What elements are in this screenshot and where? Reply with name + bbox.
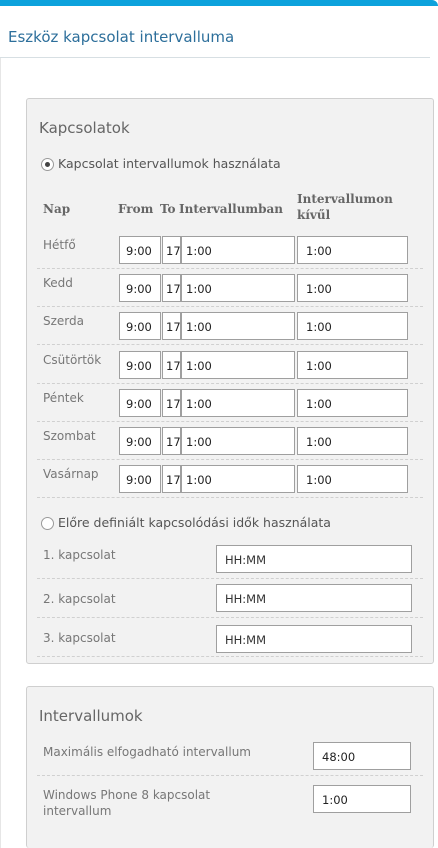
out-interval-input[interactable]: 1:00: [297, 465, 408, 493]
intervals-section: Intervallumok Maximális elfogadható inte…: [26, 686, 434, 848]
predefined-label-1: 1. kapcsolat: [43, 548, 116, 562]
intervals-title: Intervallumok: [39, 707, 143, 725]
from-time-input[interactable]: 9:00: [119, 389, 161, 417]
row-divider: [37, 578, 423, 579]
in-interval-input[interactable]: 1:00: [181, 236, 295, 264]
day-label: Kedd: [43, 276, 73, 290]
in-interval-input[interactable]: 1:00: [181, 427, 295, 455]
predefined-input-2[interactable]: HH:MM: [216, 584, 412, 612]
panel-header: Eszköz kapcsolat intervalluma: [0, 6, 430, 58]
wp8-interval-label: Windows Phone 8 kapcsolat intervallum: [43, 788, 211, 818]
to-time-input[interactable]: 17:: [162, 465, 181, 493]
to-time-input[interactable]: 17:: [162, 236, 181, 264]
out-interval-input[interactable]: 1:00: [297, 351, 408, 379]
out-interval-input[interactable]: 1:00: [297, 236, 408, 264]
from-time-input[interactable]: 9:00: [119, 236, 161, 264]
predefined-label-3: 3. kapcsolat: [43, 631, 116, 645]
wp8-interval-input[interactable]: 1:00: [313, 785, 411, 813]
row-divider: [37, 344, 423, 345]
day-label: Vasárnap: [43, 467, 99, 481]
to-time-input[interactable]: 17:: [162, 351, 181, 379]
to-time-input[interactable]: 17:: [162, 427, 181, 455]
predefined-label-2: 2. kapcsolat: [43, 592, 116, 606]
col-header-day: Nap: [43, 202, 71, 216]
left-divider: [0, 58, 1, 848]
row-divider: [37, 656, 423, 657]
in-interval-input[interactable]: 1:00: [181, 465, 295, 493]
max-interval-input[interactable]: 48:00: [313, 742, 411, 770]
from-time-input[interactable]: 9:00: [119, 312, 161, 340]
to-time-input[interactable]: 17:: [162, 389, 181, 417]
predefined-radio[interactable]: [41, 517, 54, 530]
use-intervals-option[interactable]: Kapcsolat intervallumok használata: [41, 156, 281, 171]
use-intervals-label: Kapcsolat intervallumok használata: [58, 156, 281, 171]
connections-title: Kapcsolatok: [39, 119, 130, 137]
predefined-label: Előre definiált kapcsolódási idők haszná…: [58, 515, 331, 530]
col-header-from: From: [118, 202, 154, 216]
row-divider: [37, 459, 423, 460]
predefined-input-3[interactable]: HH:MM: [216, 625, 412, 653]
from-time-input[interactable]: 9:00: [119, 274, 161, 302]
from-time-input[interactable]: 9:00: [119, 351, 161, 379]
from-time-input[interactable]: 9:00: [119, 427, 161, 455]
col-header-out: Intervallumon kívűl: [297, 192, 393, 222]
use-intervals-radio[interactable]: [41, 158, 54, 171]
day-label: Szerda: [43, 314, 84, 328]
row-divider: [37, 383, 423, 384]
col-header-in: Intervallumban: [179, 202, 284, 216]
in-interval-input[interactable]: 1:00: [181, 389, 295, 417]
col-header-to: To: [160, 202, 176, 216]
row-divider: [37, 497, 423, 498]
row-divider: [37, 617, 423, 618]
connections-section: Kapcsolatok Kapcsolat intervallumok hasz…: [26, 98, 434, 664]
day-label: Csütörtök: [43, 353, 102, 367]
row-divider: [37, 421, 423, 422]
out-interval-input[interactable]: 1:00: [297, 312, 408, 340]
to-time-input[interactable]: 17:: [162, 274, 181, 302]
predefined-input-1[interactable]: HH:MM: [216, 545, 412, 573]
day-label: Péntek: [43, 391, 84, 405]
predefined-option[interactable]: Előre definiált kapcsolódási idők haszná…: [41, 515, 331, 530]
to-time-input[interactable]: 17:: [162, 312, 181, 340]
out-interval-input[interactable]: 1:00: [297, 427, 408, 455]
day-label: Hétfő: [43, 238, 76, 252]
row-divider: [37, 775, 423, 776]
in-interval-input[interactable]: 1:00: [181, 351, 295, 379]
max-interval-label: Maximális elfogadható intervallum: [43, 745, 251, 759]
day-label: Szombat: [43, 429, 96, 443]
in-interval-input[interactable]: 1:00: [181, 274, 295, 302]
from-time-input[interactable]: 9:00: [119, 465, 161, 493]
page-title: Eszköz kapcsolat intervalluma: [8, 28, 235, 46]
in-interval-input[interactable]: 1:00: [181, 312, 295, 340]
out-interval-input[interactable]: 1:00: [297, 274, 408, 302]
out-interval-input[interactable]: 1:00: [297, 389, 408, 417]
row-divider: [37, 306, 423, 307]
row-divider: [37, 268, 423, 269]
